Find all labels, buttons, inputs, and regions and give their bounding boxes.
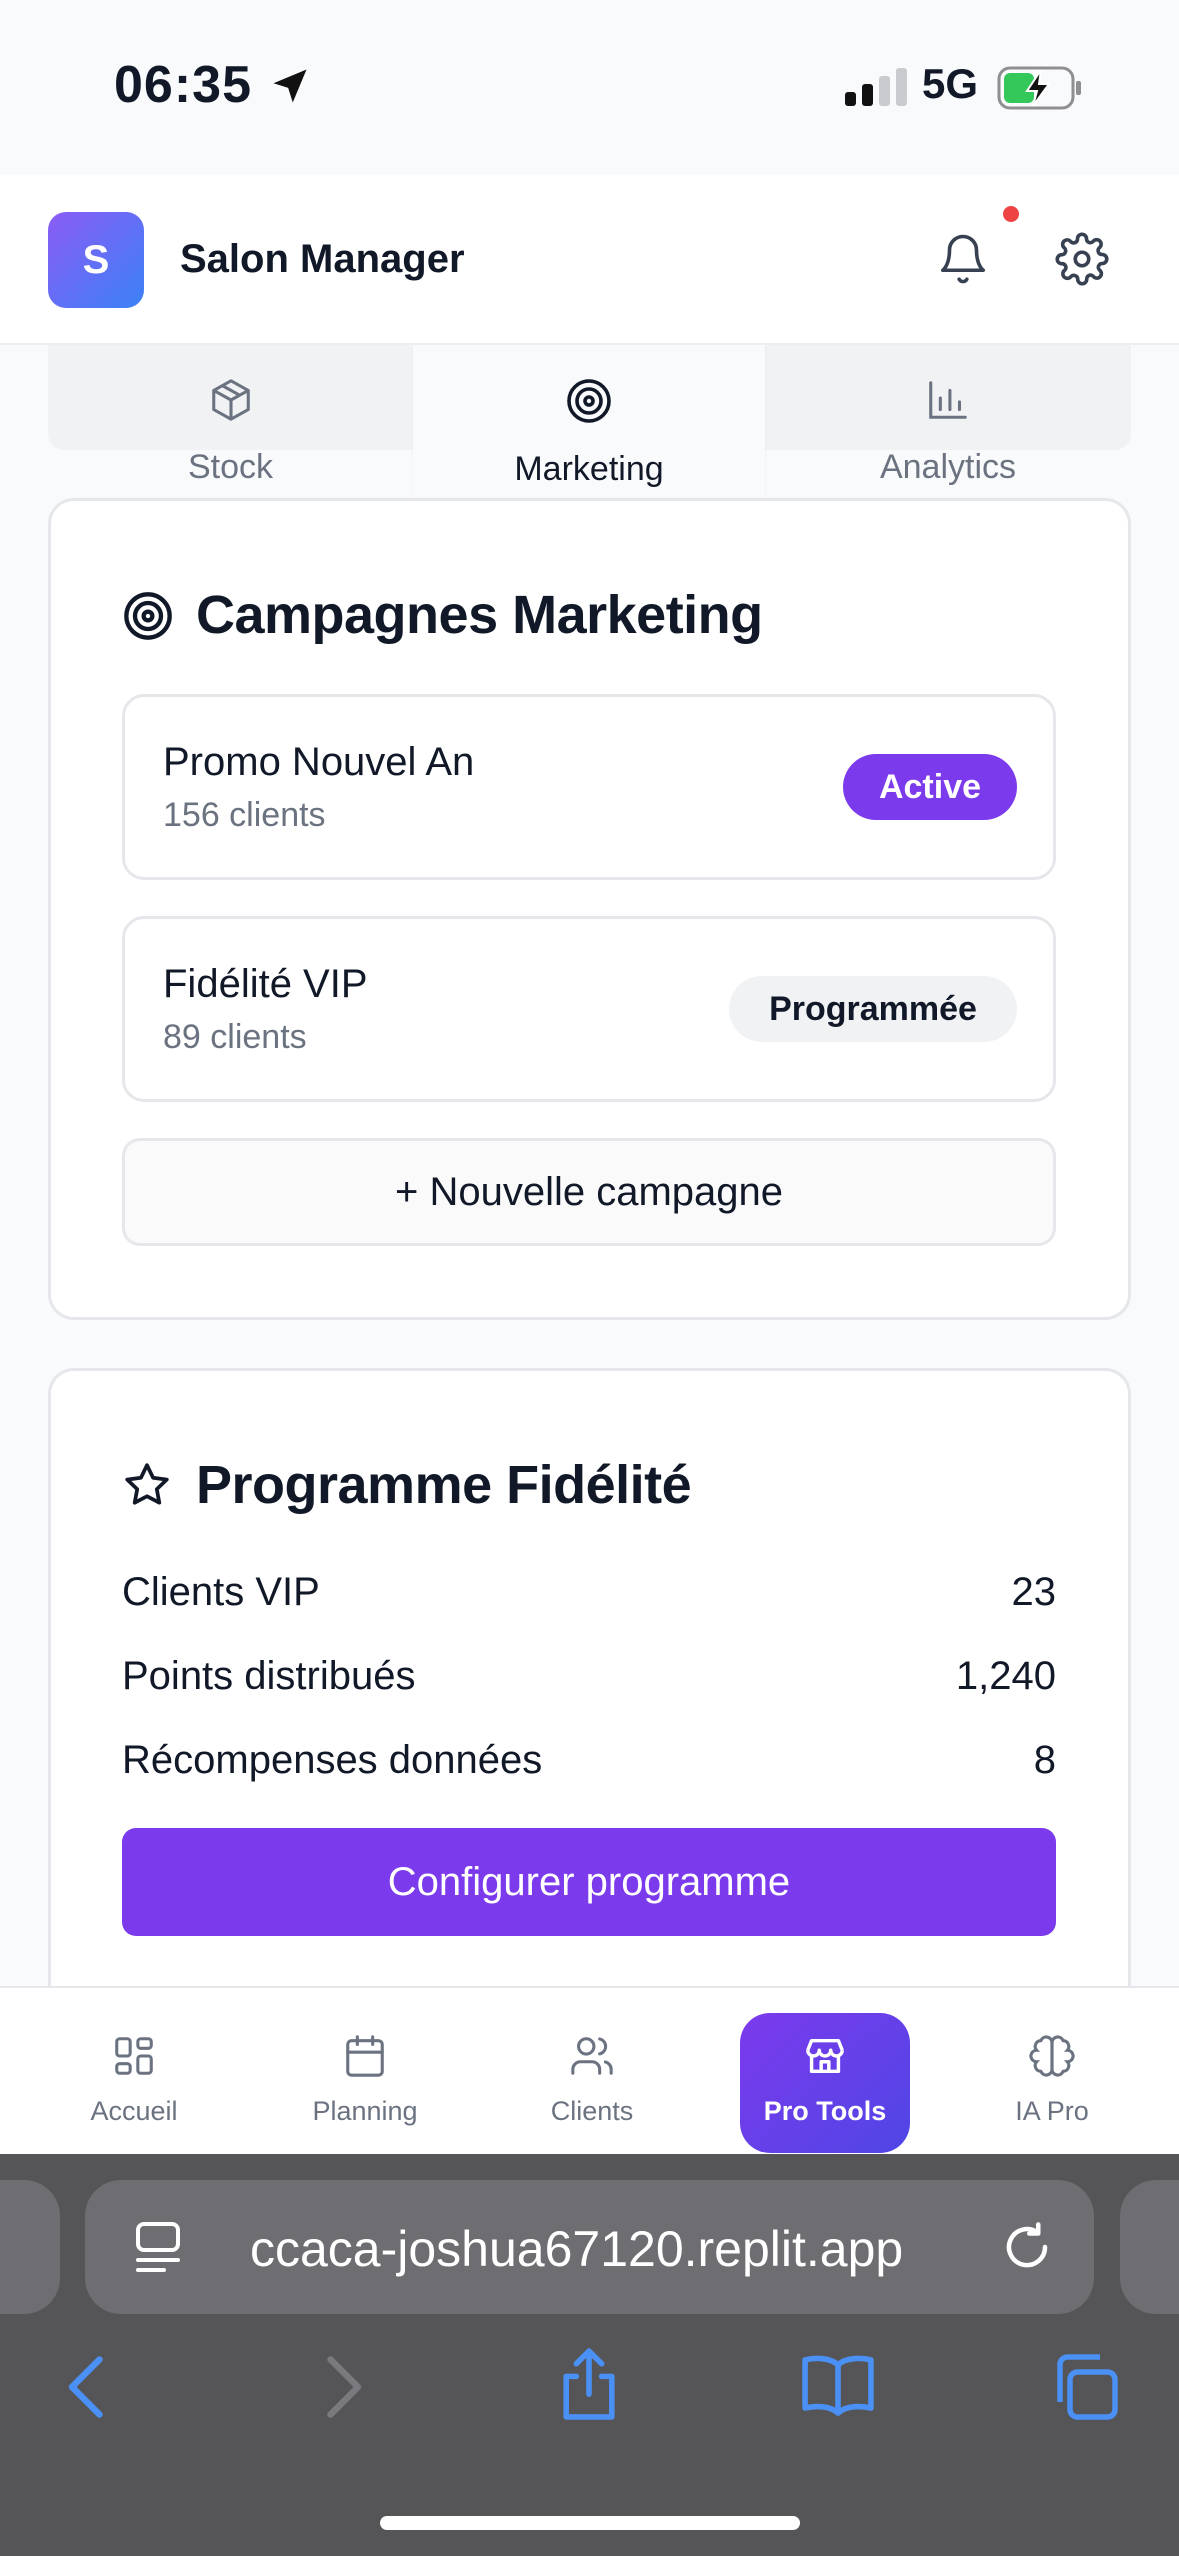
brain-icon: [1029, 2033, 1075, 2086]
calendar-icon: [342, 2033, 388, 2086]
home-indicator: [380, 2516, 800, 2530]
nav-label: Planning: [312, 2096, 418, 2126]
back-icon[interactable]: [62, 2352, 112, 2427]
nav-item-ia-pro[interactable]: IA Pro: [982, 2013, 1122, 2153]
app-header: [0, 175, 1179, 345]
nav-label: Clients: [550, 2096, 634, 2126]
reload-icon[interactable]: [1000, 2220, 1054, 2279]
users-icon: [569, 2033, 615, 2086]
bookmarks-icon[interactable]: [800, 2352, 876, 2421]
share-icon[interactable]: [556, 2346, 622, 2427]
nav-item-clients[interactable]: Clients: [522, 2013, 662, 2153]
star-icon: [122, 1460, 172, 1515]
stat-label: Clients VIP: [122, 1570, 320, 1614]
tab-label: Analytics: [879, 448, 1017, 486]
url-text[interactable]: ccaca-joshua67120.replit.app: [250, 2220, 903, 2278]
previous-tab-pill[interactable]: [0, 2180, 60, 2314]
status-badge: Programmée: [729, 976, 1017, 1042]
marketing-title: Campagnes Marketing: [196, 585, 763, 645]
next-tab-pill[interactable]: [1120, 2180, 1179, 2314]
nav-label: IA Pro: [1015, 2096, 1089, 2126]
store-icon: [802, 2033, 848, 2086]
stat-row: Clients VIP 23: [122, 1570, 1056, 1615]
tabs-icon[interactable]: [1050, 2352, 1120, 2427]
campaign-clients: 89 clients: [163, 1018, 307, 1056]
grid-icon: [111, 2033, 157, 2086]
target-icon: [122, 590, 174, 647]
nav-item-planning[interactable]: Planning: [290, 2013, 440, 2153]
network-type: 5G: [922, 60, 979, 107]
stat-label: Points distribués: [122, 1654, 416, 1698]
app-logo: S: [48, 212, 144, 308]
app-title: Salon Manager: [180, 237, 465, 281]
nav-label: Pro Tools: [763, 2096, 887, 2126]
configure-program-button[interactable]: Configurer programme: [122, 1828, 1056, 1936]
battery-charging-icon: [997, 66, 1083, 115]
notification-dot: [1003, 206, 1019, 222]
page-menu-icon[interactable]: [132, 2218, 184, 2279]
loyalty-title: Programme Fidélité: [196, 1455, 692, 1515]
stat-row: Points distribués 1,240: [122, 1654, 1056, 1699]
status-time: 06:35: [114, 56, 252, 114]
nav-label: Accueil: [90, 2096, 178, 2126]
signal-icon: [845, 66, 907, 106]
stat-label: Récompenses données: [122, 1738, 543, 1782]
location-arrow-icon: [268, 64, 312, 113]
campaign-name: Fidélité VIP: [163, 962, 368, 1006]
gear-icon[interactable]: [1055, 232, 1109, 291]
stat-value: 23: [1011, 1570, 1057, 1614]
stat-value: 8: [1033, 1738, 1056, 1782]
stat-row: Récompenses données 8: [122, 1738, 1056, 1783]
nav-item-accueil[interactable]: Accueil: [64, 2013, 204, 2153]
bell-icon[interactable]: [936, 232, 990, 291]
campaign-clients: 156 clients: [163, 796, 326, 834]
new-campaign-button[interactable]: + Nouvelle campagne: [122, 1138, 1056, 1246]
stat-value: 1,240: [955, 1654, 1056, 1698]
nav-item-pro-tools[interactable]: Pro Tools: [740, 2013, 910, 2153]
forward-icon[interactable]: [318, 2352, 368, 2427]
campaign-name: Promo Nouvel An: [163, 740, 475, 784]
status-badge: Active: [843, 754, 1017, 820]
bar-chart-icon: [925, 377, 971, 432]
tab-label: Marketing: [514, 450, 664, 488]
box-icon: [208, 377, 254, 432]
target-icon: [565, 377, 613, 434]
tab-label: Stock: [187, 448, 274, 486]
